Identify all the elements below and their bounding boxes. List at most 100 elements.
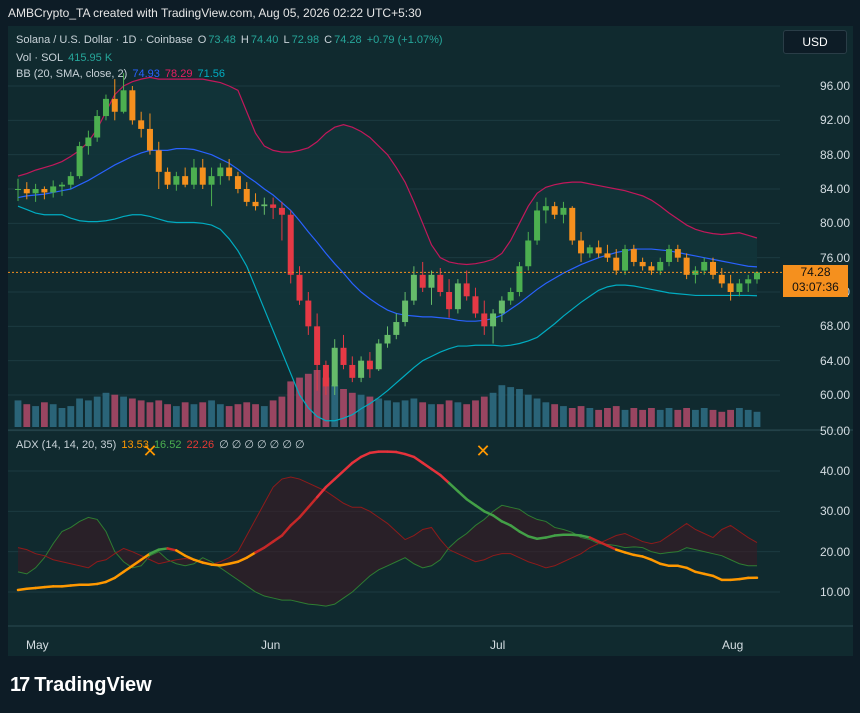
volume-bar xyxy=(366,396,374,427)
candle-body xyxy=(23,189,30,194)
candle-body xyxy=(718,274,725,284)
adx-line-segment xyxy=(676,564,688,570)
volume-bar xyxy=(472,400,479,427)
adx-line-segment xyxy=(606,544,618,551)
symbol-name[interactable]: Solana / U.S. Dollar · 1D · Coinbase xyxy=(16,34,193,46)
adx-line-segment xyxy=(60,584,73,588)
volume-bar xyxy=(753,411,761,427)
candle-body xyxy=(507,292,514,301)
currency-button[interactable]: USD xyxy=(783,30,847,54)
adx-line-segment xyxy=(324,477,336,489)
candle-body xyxy=(164,171,171,185)
candle-body xyxy=(146,128,153,151)
volume-bar xyxy=(463,404,471,427)
volume-bar xyxy=(656,409,664,427)
symbol-legend: Solana / U.S. Dollar · 1D · Coinbase O 73… xyxy=(16,34,445,46)
adx-line-segment xyxy=(579,534,592,539)
volume-bar xyxy=(296,377,303,427)
price-tick-label: 64.00 xyxy=(819,353,850,368)
di-spread-fill xyxy=(18,477,757,607)
candle-body xyxy=(261,204,268,207)
volume-bar xyxy=(445,400,453,427)
volume-bar xyxy=(736,408,743,427)
price-tick-label: 92.00 xyxy=(819,113,850,128)
adx-line-segment xyxy=(702,572,715,578)
adx-empty-values: ∅ ∅ ∅ ∅ ∅ ∅ ∅ xyxy=(219,439,305,451)
adx-line-segment xyxy=(219,562,231,567)
volume-bar xyxy=(128,398,136,427)
open-value: 73.48 xyxy=(208,34,236,46)
volume-bar xyxy=(111,394,119,427)
bb-label[interactable]: BB (20, SMA, close, 2) xyxy=(16,68,127,80)
candle-body xyxy=(736,283,743,292)
candle-body xyxy=(454,283,461,310)
candle-body xyxy=(428,274,435,288)
change-value: +0.79 (+1.07%) xyxy=(366,34,443,46)
price-tick-label: 84.00 xyxy=(819,182,850,196)
volume-bar xyxy=(524,394,532,427)
volume-label[interactable]: Vol · SOL xyxy=(16,52,63,64)
high-label: H xyxy=(240,34,249,46)
close-value: 74.28 xyxy=(334,34,362,46)
adx-line-segment xyxy=(43,585,55,589)
adx-line-segment xyxy=(474,504,486,513)
candle-body xyxy=(745,279,752,284)
low-label: L xyxy=(283,34,290,46)
adx-tick-label: 10.00 xyxy=(819,585,850,599)
candle-body xyxy=(234,176,241,189)
tradingview-logo-icon: 17 xyxy=(10,674,30,696)
candle-body xyxy=(41,189,48,193)
volume-bar xyxy=(252,404,259,427)
volume-bar xyxy=(621,409,629,427)
adx-line-segment xyxy=(447,481,460,493)
candle-body xyxy=(305,300,312,327)
volume-bar xyxy=(146,402,154,427)
candle-body xyxy=(85,137,92,147)
volume-legend: Vol · SOL 415.95 K xyxy=(16,52,114,64)
volume-bar xyxy=(243,402,251,427)
candle-body xyxy=(639,261,646,267)
adx-line-segment xyxy=(553,533,565,537)
adx-line-segment xyxy=(16,587,29,592)
bar-countdown: 03:07:36 xyxy=(792,280,839,294)
volume-bar xyxy=(348,392,356,427)
high-value: 74.40 xyxy=(250,34,279,46)
candle-body xyxy=(252,201,259,207)
tradingview-brand[interactable]: 17 TradingView xyxy=(10,674,152,697)
candle-body xyxy=(217,167,224,177)
candle-body xyxy=(111,98,118,112)
volume-bar xyxy=(648,408,655,427)
candle-body xyxy=(226,167,233,177)
candle-body xyxy=(58,184,65,187)
adx-line-segment xyxy=(95,580,108,586)
adx-line-segment xyxy=(711,574,724,582)
volume-bar xyxy=(225,406,233,427)
volume-bar xyxy=(23,404,31,427)
volume-bar xyxy=(586,408,594,427)
volume-bar xyxy=(630,408,638,427)
adx-label[interactable]: ADX (14, 14, 20, 35) xyxy=(16,439,116,451)
price-tick-label: 88.00 xyxy=(819,147,850,162)
candle-body xyxy=(586,247,593,254)
candle-body xyxy=(727,283,734,292)
candle-body xyxy=(410,274,417,301)
volume-bar xyxy=(172,406,180,427)
last-price: 74.28 xyxy=(800,265,831,279)
candle-body xyxy=(481,313,488,327)
candle-body xyxy=(102,98,109,117)
candle-body xyxy=(516,266,523,292)
adx-line-segment xyxy=(421,461,433,471)
price-tick-label: 76.00 xyxy=(819,250,850,265)
chart-canvas[interactable]: ✕ ✕ xyxy=(0,0,860,713)
candle-body xyxy=(190,167,197,185)
volume-bar xyxy=(216,404,224,427)
adx-line-segment xyxy=(395,450,407,456)
time-tick-label: May xyxy=(26,638,49,652)
candle-body xyxy=(243,189,250,202)
candle-body xyxy=(67,176,74,185)
adx-tick-label: 20.00 xyxy=(819,544,850,559)
volume-bar xyxy=(612,406,620,427)
adx-line-segment xyxy=(25,586,37,591)
candle-body xyxy=(349,364,356,378)
candle-body xyxy=(560,207,567,215)
